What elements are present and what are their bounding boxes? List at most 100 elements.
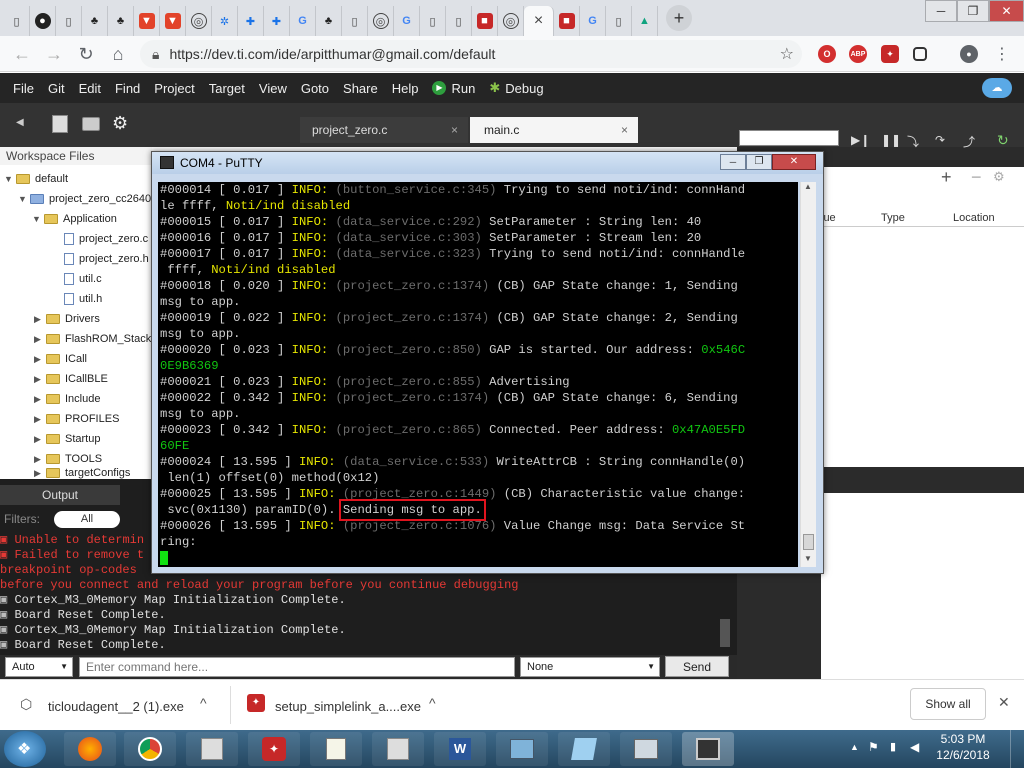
tree-item[interactable]: ▼ default <box>4 169 68 189</box>
taskbar-editor[interactable] <box>310 732 362 766</box>
chevron-up-icon[interactable]: ^ <box>200 695 207 711</box>
tree-item[interactable]: ▶ Include <box>34 389 100 409</box>
browser-tab-github[interactable]: ● <box>30 6 56 36</box>
taskbar-control-panel[interactable] <box>496 732 548 766</box>
url-bar[interactable]: 🔒︎ https://dev.ti.com/ide/arpitthumar@gm… <box>140 40 802 68</box>
adblock-icon[interactable]: ABP <box>849 45 867 63</box>
tab-project-zero[interactable]: project_zero.c × <box>300 117 468 143</box>
menu-find[interactable]: Find <box>108 81 147 96</box>
restart-icon[interactable]: ↻ <box>997 132 1009 149</box>
tree-item[interactable]: ▶ targetConfigs <box>34 467 130 479</box>
browser-tab-puzzle[interactable]: ✚ <box>238 6 264 36</box>
profile-icon[interactable]: ● <box>960 45 978 63</box>
step-into-icon[interactable]: ⤵ <box>907 133 919 150</box>
taskbar-word[interactable]: W <box>434 732 486 766</box>
browser-tab-doc[interactable]: ▯ <box>342 6 368 36</box>
taskbar-cube[interactable] <box>186 732 238 766</box>
tree-item[interactable]: ▶ ICallBLE <box>34 369 108 389</box>
tree-item[interactable]: util.c <box>64 269 102 289</box>
taskbar-network[interactable] <box>620 732 672 766</box>
close-icon[interactable]: × <box>621 117 628 143</box>
browser-tab-doc[interactable]: ▯ <box>4 6 30 36</box>
browser-tab-red[interactable]: ■ <box>554 6 580 36</box>
opera-icon[interactable]: O <box>818 45 836 63</box>
back-arrow-icon[interactable]: ← <box>12 44 32 64</box>
mode-select[interactable]: Auto ▼ <box>5 657 73 677</box>
cube-icon[interactable] <box>913 47 927 61</box>
cloud-agent-icon[interactable]: ☁ <box>982 78 1012 98</box>
show-desktop-button[interactable] <box>1010 730 1024 768</box>
taskbar-firefox[interactable] <box>64 732 116 766</box>
browser-tab-google[interactable]: G <box>394 6 420 36</box>
maximize-button[interactable]: ❐ <box>746 154 772 170</box>
drive-icon[interactable] <box>82 117 100 131</box>
browser-tab-doc[interactable]: ▯ <box>56 6 82 36</box>
browser-tab-google[interactable]: G <box>580 6 606 36</box>
browser-tab-doc[interactable]: ▯ <box>420 6 446 36</box>
tree-item[interactable]: ▼ Application <box>32 209 117 229</box>
tree-item[interactable]: project_zero.c <box>64 229 148 249</box>
browser-tab-doc[interactable]: ▯ <box>446 6 472 36</box>
settings-gear-icon[interactable]: ⚙ <box>112 113 128 134</box>
clock-time[interactable]: 5:03 PM <box>935 732 991 746</box>
home-icon[interactable]: ⌂ <box>108 44 128 64</box>
debug-button[interactable]: ✱ Debug <box>482 80 550 96</box>
start-button[interactable]: ❖ <box>4 731 46 767</box>
terminal-output[interactable]: #000014 [ 0.017 ] INFO: (button_service.… <box>158 182 798 567</box>
tree-item[interactable]: ▼ project_zero_cc2640 <box>18 189 151 209</box>
tab-main[interactable]: main.c × <box>470 117 638 143</box>
reload-icon[interactable]: ↻ <box>76 44 96 64</box>
close-icon[interactable]: × <box>451 117 458 143</box>
menu-target[interactable]: Target <box>202 81 252 96</box>
scroll-up-icon[interactable]: ▲ <box>804 182 812 191</box>
browser-tab-active[interactable]: × <box>524 6 554 36</box>
taskbar-cube[interactable] <box>372 732 424 766</box>
close-icon[interactable]: × <box>534 12 543 30</box>
terminal-scrollbar[interactable]: ▲ ▼ <box>800 182 816 567</box>
browser-tab-gitlab[interactable]: ▼ <box>134 6 160 36</box>
minimize-button[interactable]: ─ <box>925 0 957 22</box>
chevron-up-icon[interactable]: ^ <box>429 695 436 711</box>
browser-tab-compass[interactable]: ◎ <box>368 6 394 36</box>
maximize-button[interactable]: ❐ <box>957 0 989 22</box>
menu-share[interactable]: Share <box>336 81 385 96</box>
output-scrollbar[interactable] <box>720 619 730 647</box>
target-select[interactable]: None ▼ <box>520 657 660 677</box>
taskbar-chrome[interactable] <box>124 732 176 766</box>
resume-icon[interactable]: ▶❙ <box>851 133 870 147</box>
scroll-thumb[interactable] <box>803 534 814 550</box>
download-item[interactable]: ⬡ ticloudagent__2 (1).exe ^ <box>0 680 230 730</box>
menu-view[interactable]: View <box>252 81 294 96</box>
files-icon[interactable] <box>52 115 68 133</box>
close-downloads-button[interactable]: ✕ <box>998 694 1010 711</box>
taskbar-notepad[interactable] <box>558 732 610 766</box>
download-item[interactable]: ✦ setup_simplelink_a....exe ^ <box>231 680 461 730</box>
browser-tab-doc[interactable]: ▯ <box>606 6 632 36</box>
step-return-icon[interactable]: ⤴ <box>963 133 975 150</box>
browser-tab-compass[interactable]: ◎ <box>498 6 524 36</box>
ti-extension-icon[interactable]: ✦ <box>881 45 899 63</box>
close-window-button[interactable]: ✕ <box>772 154 816 170</box>
browser-tab-red[interactable]: ■ <box>472 6 498 36</box>
command-input[interactable] <box>79 657 515 677</box>
browser-tab-gear[interactable]: ✲ <box>212 6 238 36</box>
tree-item[interactable]: util.h <box>64 289 102 309</box>
browser-tab-cap[interactable]: ▲ <box>632 6 658 36</box>
run-button[interactable]: ▶ Run <box>425 81 482 96</box>
taskbar-ti[interactable]: ✦ <box>248 732 300 766</box>
menu-goto[interactable]: Goto <box>294 81 336 96</box>
flag-icon[interactable]: ⚑ <box>868 740 879 754</box>
menu-file[interactable]: File <box>6 81 41 96</box>
browser-tab-ti[interactable]: ♣ <box>82 6 108 36</box>
settings-gear-icon[interactable]: ⚙ <box>993 169 1005 185</box>
add-icon[interactable]: + <box>941 167 952 188</box>
scroll-down-icon[interactable]: ▼ <box>804 554 812 563</box>
collapse-arrow-icon[interactable]: ◀ <box>16 117 24 128</box>
browser-tab-ti[interactable]: ♣ <box>316 6 342 36</box>
menu-edit[interactable]: Edit <box>72 81 108 96</box>
putty-titlebar[interactable]: COM4 - PuTTY ─ ❐ ✕ <box>152 152 823 174</box>
debug-config-select[interactable] <box>739 130 839 146</box>
taskbar-putty[interactable] <box>682 732 734 766</box>
tree-item[interactable]: ▶ PROFILES <box>34 409 119 429</box>
step-over-icon[interactable]: ↷ <box>935 133 945 147</box>
